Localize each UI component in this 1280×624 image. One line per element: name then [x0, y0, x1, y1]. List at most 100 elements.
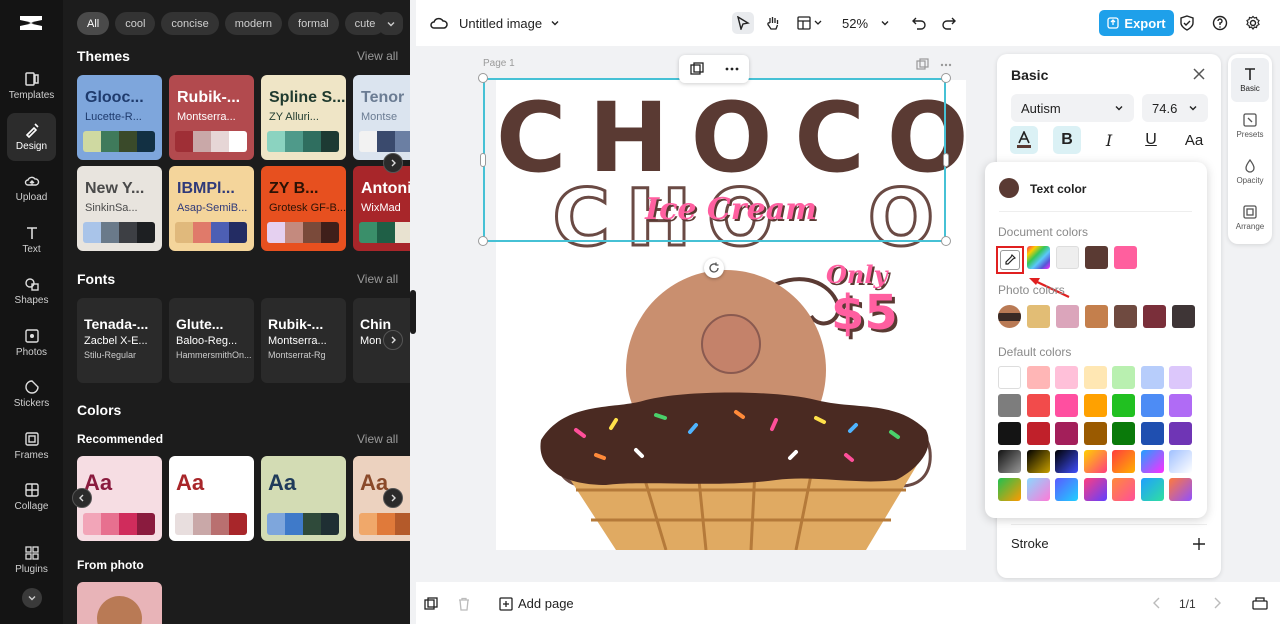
default-color-swatch[interactable]	[998, 394, 1021, 417]
gradient-color-swatch[interactable]	[1112, 478, 1135, 501]
tab-arrange[interactable]: Arrange	[1231, 196, 1269, 240]
eyedropper-button[interactable]	[1000, 250, 1020, 270]
underline-button[interactable]: U	[1137, 126, 1165, 154]
case-button[interactable]: Aa	[1180, 126, 1208, 154]
default-color-swatch[interactable]	[1083, 366, 1107, 389]
default-color-swatch[interactable]	[1140, 394, 1164, 417]
gradient-color-swatch[interactable]	[1055, 478, 1078, 501]
document-title[interactable]: Untitled image	[459, 16, 542, 31]
from-photo-thumb[interactable]	[77, 582, 162, 624]
default-color-swatch[interactable]	[1112, 394, 1135, 417]
document-color-swatch[interactable]	[1027, 246, 1050, 269]
rail-collage[interactable]: Collage	[7, 473, 56, 521]
rail-stickers[interactable]: Stickers	[7, 370, 56, 418]
theme-card[interactable]: IBMPl... Asap-SemiB...	[169, 166, 254, 251]
theme-card[interactable]: Spline S... ZY Alluri...	[261, 75, 346, 160]
photo-color-swatch[interactable]	[1056, 305, 1079, 328]
photo-color-swatch[interactable]	[1172, 305, 1195, 328]
chip-all[interactable]: All	[77, 12, 110, 35]
font-card[interactable]: Rubik-... Montserra... Montserrat-Rg	[261, 298, 346, 383]
close-icon[interactable]	[1193, 68, 1205, 80]
color-palette-card[interactable]: Aa	[261, 456, 346, 541]
duplicate-page-icon[interactable]	[424, 597, 438, 611]
rail-plugins[interactable]: Plugins	[7, 536, 56, 584]
more-icon[interactable]	[725, 67, 739, 71]
default-color-swatch[interactable]	[1169, 366, 1192, 389]
gradient-color-swatch[interactable]	[1140, 478, 1164, 501]
default-color-swatch[interactable]	[1026, 366, 1050, 389]
default-color-swatch[interactable]	[1140, 366, 1164, 389]
font-size-select[interactable]: 74.6	[1142, 94, 1208, 122]
photo-color-swatch[interactable]	[1027, 305, 1050, 328]
document-color-swatch[interactable]	[1114, 246, 1137, 269]
gradient-color-swatch[interactable]	[1112, 450, 1135, 473]
resize-handle[interactable]	[941, 73, 951, 83]
rail-frames[interactable]: Frames	[7, 422, 56, 470]
resize-handle[interactable]	[478, 73, 488, 83]
rail-templates[interactable]: Templates	[7, 62, 56, 110]
italic-button[interactable]: I	[1095, 126, 1123, 154]
layers-icon[interactable]	[1252, 596, 1268, 610]
font-select[interactable]: Autism	[1011, 94, 1134, 122]
default-color-swatch[interactable]	[1169, 394, 1192, 417]
delete-page-icon[interactable]	[457, 597, 471, 611]
document-color-swatch[interactable]	[1085, 246, 1108, 269]
default-color-swatch[interactable]	[1083, 394, 1107, 417]
theme-card[interactable]: Rubik-... Montserra...	[169, 75, 254, 160]
add-stroke-icon[interactable]	[1193, 538, 1205, 550]
gradient-color-swatch[interactable]	[1026, 478, 1050, 501]
gradient-color-swatch[interactable]	[1055, 450, 1078, 473]
photo-color-swatch[interactable]	[1085, 305, 1108, 328]
collapse-button[interactable]	[22, 588, 42, 608]
fonts-next-button[interactable]	[383, 330, 403, 350]
default-color-swatch[interactable]	[1055, 366, 1078, 389]
copy-style-icon[interactable]	[689, 62, 704, 76]
resize-handle[interactable]	[478, 236, 488, 246]
rail-upload[interactable]: Upload	[7, 164, 56, 212]
cloud-save-icon[interactable]	[428, 12, 450, 34]
export-button[interactable]: Export	[1099, 10, 1174, 36]
gradient-color-swatch[interactable]	[998, 450, 1021, 473]
colors-prev-button[interactable]	[72, 488, 92, 508]
default-color-swatch[interactable]	[1112, 422, 1135, 445]
default-color-swatch[interactable]	[1112, 366, 1135, 389]
tab-opacity[interactable]: Opacity	[1231, 150, 1269, 194]
page-tools[interactable]	[916, 58, 956, 72]
chip-cool[interactable]: cool	[115, 12, 156, 35]
layout-tool-button[interactable]	[794, 12, 828, 34]
gradient-color-swatch[interactable]	[1169, 450, 1192, 473]
redo-button[interactable]	[938, 12, 960, 34]
capcut-logo[interactable]	[18, 12, 44, 34]
rail-shapes[interactable]: Shapes	[7, 267, 56, 315]
prev-page-icon[interactable]	[1152, 597, 1162, 609]
photo-thumb-swatch[interactable]	[998, 305, 1021, 328]
default-color-swatch[interactable]	[1140, 422, 1164, 445]
theme-card[interactable]: Antonio WixMad	[353, 166, 410, 251]
default-color-swatch[interactable]	[1055, 394, 1078, 417]
fonts-view-all[interactable]: View all	[357, 272, 398, 286]
zoom-level[interactable]: 52%	[842, 16, 868, 31]
next-page-icon[interactable]	[1212, 597, 1222, 609]
tab-presets[interactable]: Presets	[1231, 104, 1269, 148]
font-card[interactable]: Tenada-... Zacbel X-E... Stilu-Regular	[77, 298, 162, 383]
help-button[interactable]	[1209, 12, 1231, 34]
gradient-color-swatch[interactable]	[1140, 450, 1164, 473]
undo-button[interactable]	[908, 12, 930, 34]
rail-photos[interactable]: Photos	[7, 319, 56, 367]
rotate-handle[interactable]	[704, 258, 724, 278]
rail-design[interactable]: Design	[7, 113, 56, 161]
chip-modern[interactable]: modern	[224, 12, 283, 35]
title-dropdown[interactable]	[544, 12, 566, 34]
default-color-swatch[interactable]	[1083, 422, 1107, 445]
chip-concise[interactable]: concise	[161, 12, 219, 35]
theme-card[interactable]: New Y... SinkinSa...	[77, 166, 162, 251]
select-tool-button[interactable]	[732, 12, 754, 34]
default-color-swatch[interactable]	[1026, 394, 1050, 417]
shield-button[interactable]	[1176, 12, 1198, 34]
resize-handle[interactable]	[943, 153, 949, 167]
themes-next-button[interactable]	[383, 153, 403, 173]
photo-color-swatch[interactable]	[1114, 305, 1137, 328]
default-color-swatch[interactable]	[1169, 422, 1192, 445]
document-color-swatch[interactable]	[1056, 246, 1079, 269]
color-palette-card[interactable]: Aa	[169, 456, 254, 541]
